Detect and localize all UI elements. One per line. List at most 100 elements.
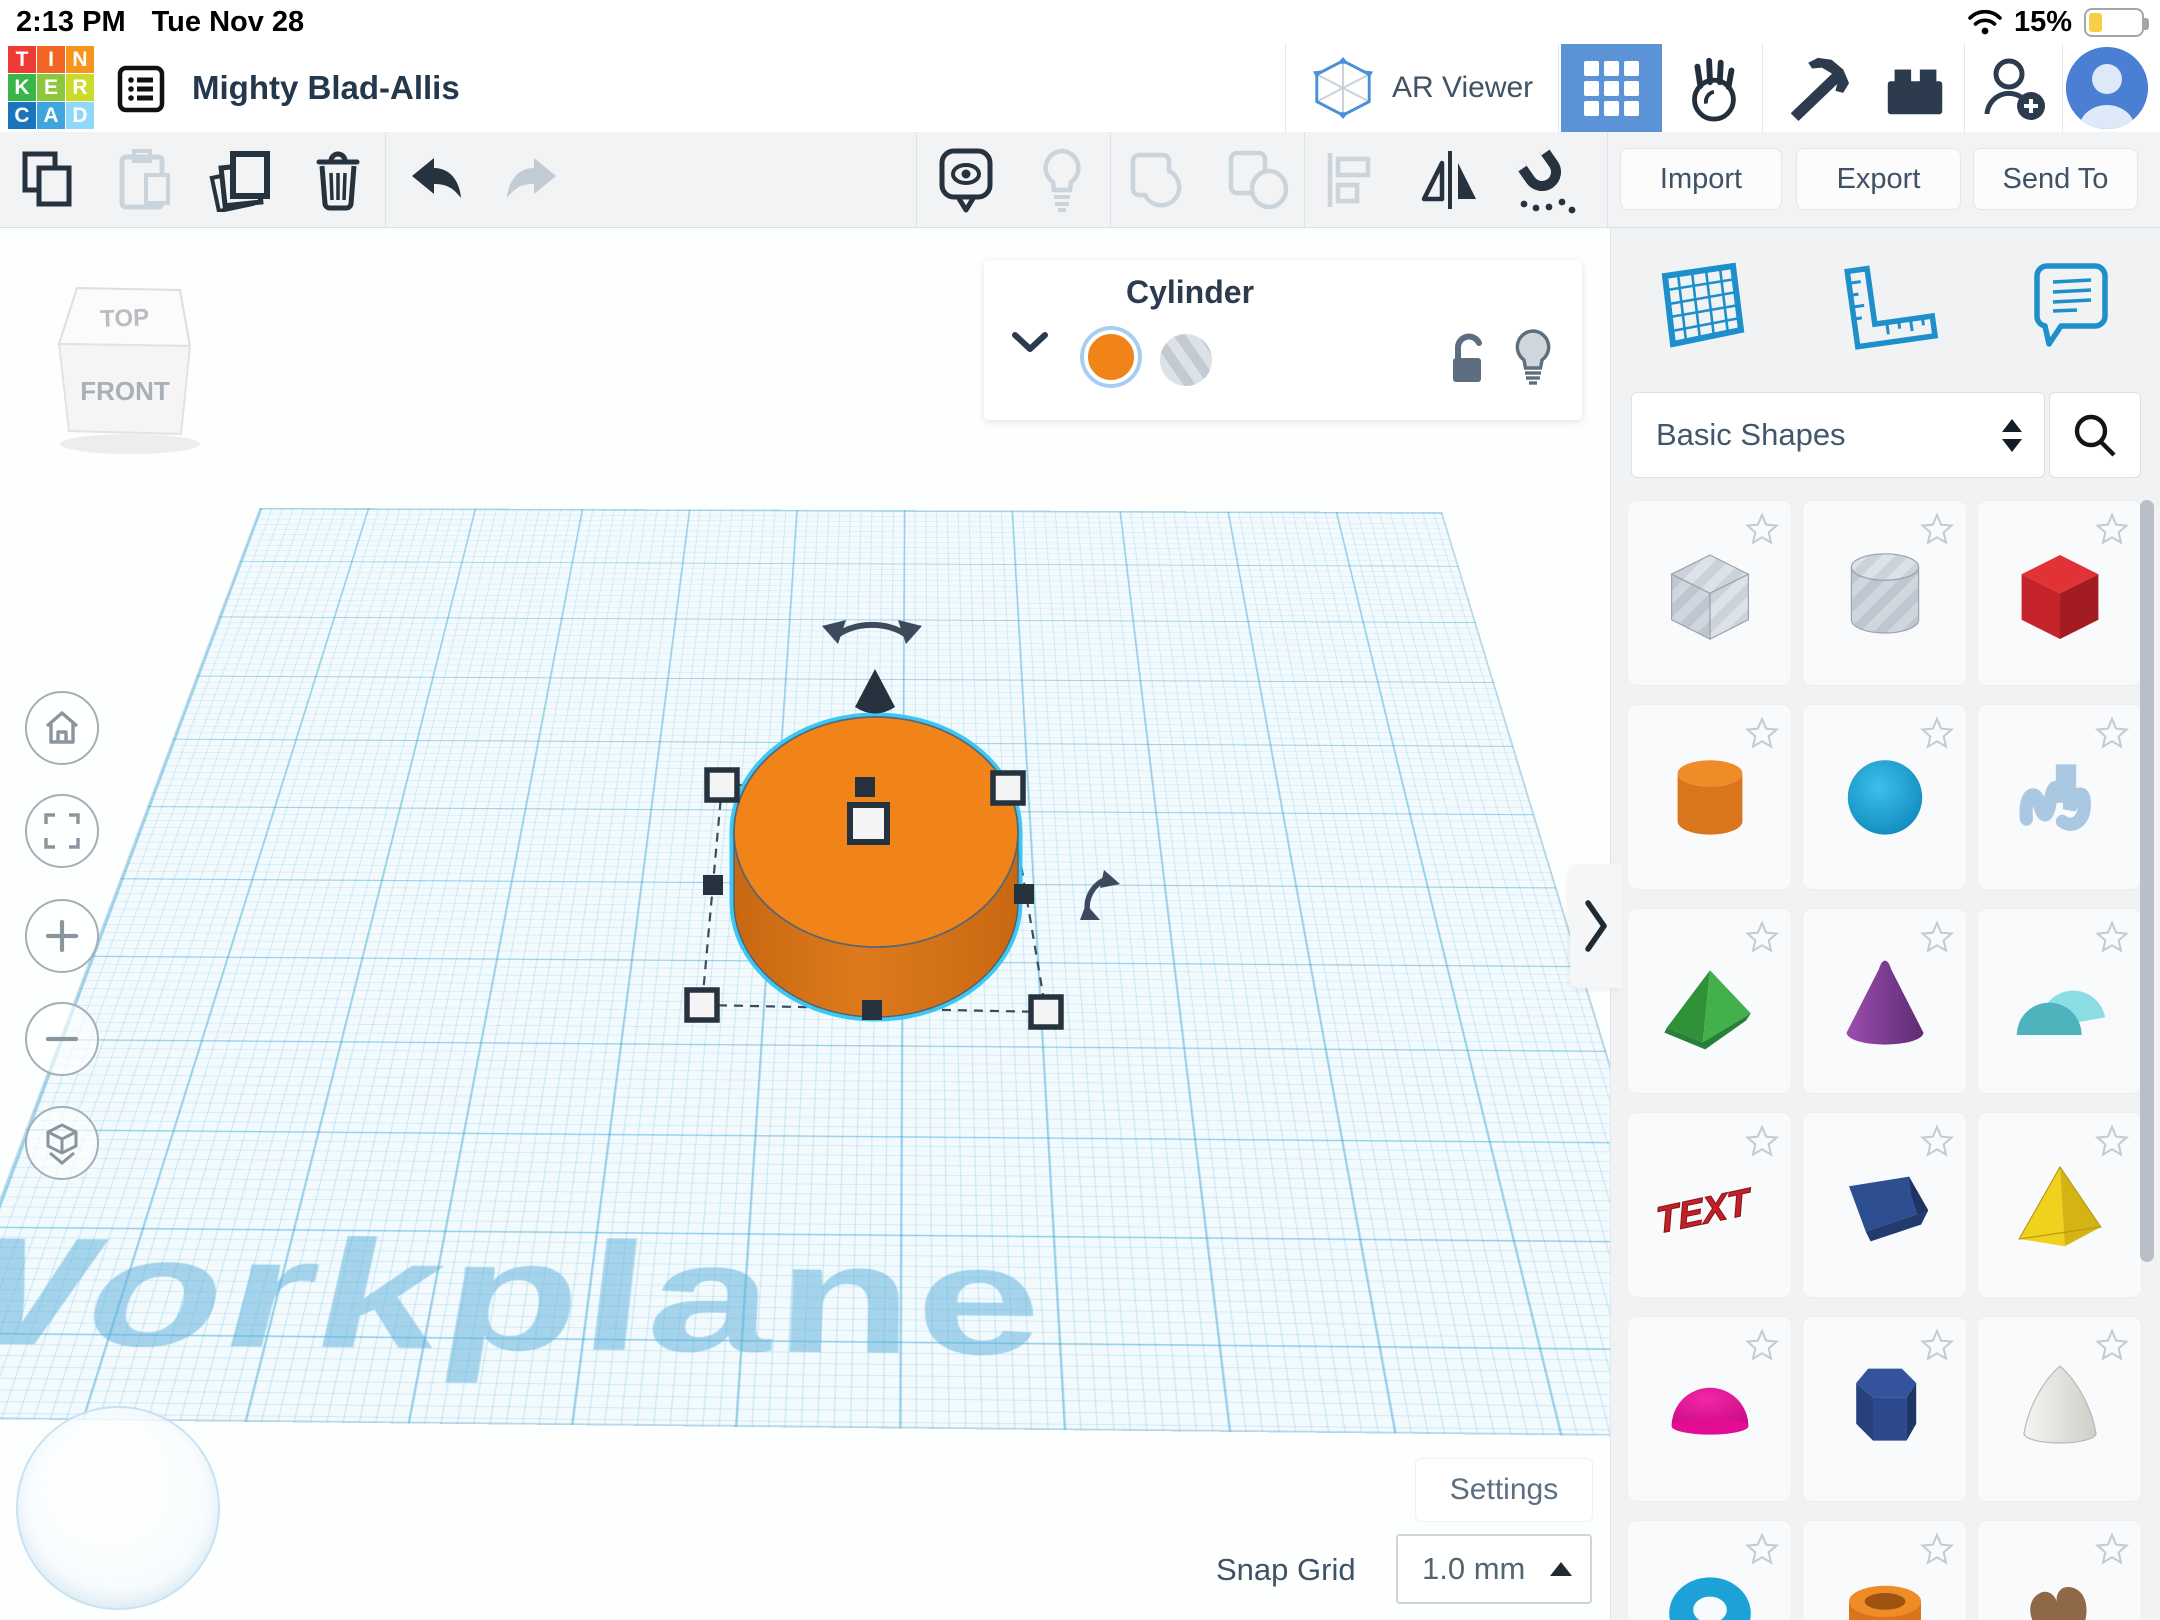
collapse-panel-tab[interactable] [1570,864,1622,988]
ios-status-bar: 2:13 PM Tue Nov 28 15% [0,0,2160,44]
show-all-button[interactable] [934,132,998,227]
hand-tool-button[interactable] [1664,44,1760,132]
shape-tile-cylinder-hole[interactable] [1802,500,1967,686]
settings-button[interactable]: Settings [1415,1458,1593,1522]
shape-tile-torus[interactable] [1627,1520,1792,1620]
collapse-inspector-icon[interactable] [1010,330,1050,354]
battery-icon [2084,8,2144,37]
raise-handle[interactable] [855,669,895,714]
snap-grid-select[interactable]: 1.0 mm [1396,1534,1592,1604]
duplicate-button[interactable] [208,132,272,227]
shape-category-select[interactable]: Basic Shapes [1631,392,2045,478]
rotate-handle-side[interactable] [1080,870,1120,920]
grid-icon [1584,61,1639,116]
search-icon [2072,412,2118,458]
user-avatar[interactable] [2066,47,2148,129]
battery-percent: 15% [2014,6,2072,39]
mirror-button[interactable] [1416,132,1484,227]
unlock-icon[interactable] [1446,332,1492,388]
shape-tile-pyramid[interactable] [1977,1112,2142,1298]
workplane-tool-icon[interactable] [1657,260,1745,354]
favorite-star-icon[interactable] [1918,715,1956,753]
favorite-star-icon[interactable] [2093,715,2131,753]
search-shapes-button[interactable] [2049,392,2141,478]
shape-tile-round-roof[interactable] [1977,908,2142,1094]
favorite-star-icon[interactable] [1743,511,1781,549]
minecraft-pickaxe-button[interactable] [1768,44,1864,132]
orbit-control[interactable] [16,1406,220,1610]
design-title[interactable]: Mighty Blad-Allis [192,44,460,132]
shape-tile-roof[interactable] [1627,908,1792,1094]
undo-button[interactable] [404,132,468,227]
shape-tile-box[interactable] [1977,500,2142,686]
delete-button[interactable] [308,132,368,227]
shape-tile-sphere[interactable] [1802,704,1967,890]
ar-viewer-button[interactable]: AR Viewer [1296,44,1547,132]
notes-tool-icon[interactable] [2031,260,2111,352]
redo-button-disabled[interactable] [500,132,564,227]
favorite-star-icon[interactable] [1743,715,1781,753]
lego-brick-button[interactable] [1868,44,1962,132]
hole-material-swatch[interactable] [1160,334,1212,386]
favorite-star-icon[interactable] [1743,1531,1781,1569]
logo-letter: C [8,102,36,129]
shape-tile-cone[interactable] [1802,908,1967,1094]
favorite-star-icon[interactable] [1918,511,1956,549]
favorite-star-icon[interactable] [1918,1327,1956,1365]
rotate-handle-top[interactable] [822,620,922,644]
dropup-arrow-icon [1550,1562,1572,1576]
favorite-star-icon[interactable] [1743,1123,1781,1161]
favorite-star-icon[interactable] [1743,1327,1781,1365]
favorite-star-icon[interactable] [2093,1327,2131,1365]
group-button-disabled[interactable] [1128,132,1194,227]
ruler-tool-icon[interactable] [1839,260,1939,354]
shape-category-value: Basic Shapes [1632,417,2002,453]
divider [1762,44,1763,132]
cylinder-object[interactable] [734,717,1018,1017]
divider [1304,132,1305,227]
shape-tile-tube[interactable] [1802,1520,1967,1620]
design-properties-icon[interactable] [116,64,166,114]
shape-tile-scribble[interactable] [1977,704,2142,890]
shape-tile-text[interactable]: TEXT [1627,1112,1792,1298]
shape-tile-wedge[interactable] [1802,1112,1967,1298]
selection-overlay [0,228,1610,1620]
panel-scrollbar[interactable] [2140,500,2154,1262]
favorite-star-icon[interactable] [1743,919,1781,957]
tinkercad-app: 2:13 PM Tue Nov 28 15% T I N K E R [0,0,2160,1620]
divider [916,132,917,227]
shape-tile-paraboloid[interactable] [1977,1316,2142,1502]
light-mode-button-disabled[interactable] [1030,132,1094,227]
tinkercad-logo[interactable]: T I N K E R C A D [8,46,94,130]
shape-tile-half-sphere[interactable] [1627,1316,1792,1502]
divider [1285,44,1286,132]
favorite-star-icon[interactable] [1918,919,1956,957]
divider [1558,44,1559,132]
ungroup-button-disabled[interactable] [1226,132,1292,227]
3d-viewport[interactable]: Workplane TOP FRONT [0,228,1610,1620]
paste-button-disabled[interactable] [112,132,174,227]
shape-tile-box-hole[interactable] [1627,500,1792,686]
favorite-star-icon[interactable] [1918,1123,1956,1161]
export-button[interactable]: Export [1796,148,1961,210]
shape-tile-heart[interactable] [1977,1520,2142,1620]
favorite-star-icon[interactable] [1918,1531,1956,1569]
logo-letter: I [37,46,65,73]
favorite-star-icon[interactable] [2093,919,2131,957]
color-swatch-selected[interactable] [1084,330,1138,384]
align-button-disabled[interactable] [1320,132,1384,227]
hide-lightbulb-icon[interactable] [1512,328,1554,386]
favorite-star-icon[interactable] [2093,511,2131,549]
import-button[interactable]: Import [1620,148,1782,210]
add-collaborator-button[interactable] [1968,44,2062,132]
grid-view-button-active[interactable] [1561,44,1662,132]
favorite-star-icon[interactable] [2093,1123,2131,1161]
copy-button[interactable] [18,132,80,227]
shape-tile-cylinder[interactable] [1627,704,1792,890]
send-to-button[interactable]: Send To [1973,148,2138,210]
favorite-star-icon[interactable] [2093,1531,2131,1569]
app-header: T I N K E R C A D Mighty Blad-Allis [0,44,2160,132]
magnet-snap-button[interactable] [1510,132,1580,227]
height-handle[interactable] [850,805,887,842]
shape-tile-polygon[interactable] [1802,1316,1967,1502]
